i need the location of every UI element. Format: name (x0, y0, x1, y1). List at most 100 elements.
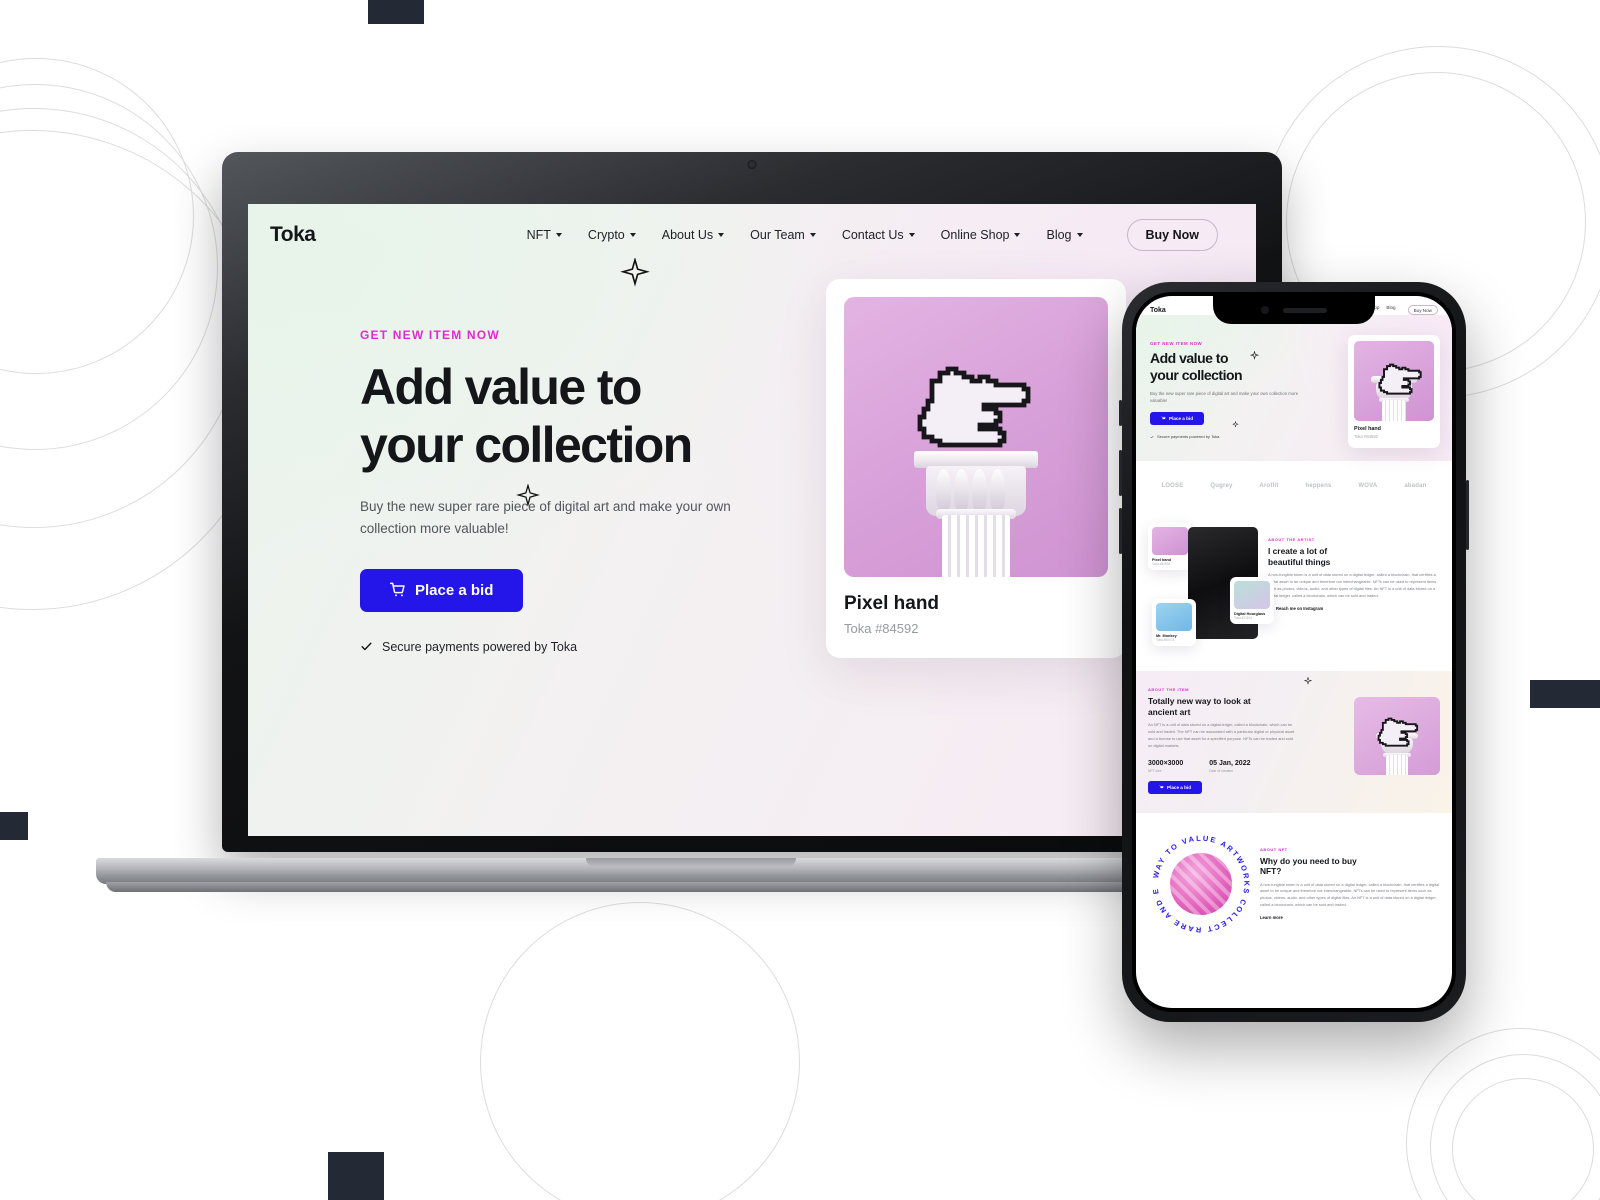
site-logo[interactable]: Toka (270, 223, 316, 247)
gallery-mini-card[interactable]: Pixel hand Toka #84592 (1148, 523, 1192, 571)
phone-item-title: Totally new way to look at ancient art (1148, 696, 1298, 717)
decorative-square (368, 0, 424, 24)
phone-volume-down-button[interactable] (1119, 508, 1122, 554)
phone-artist-link-label: Reach me on Instagram (1276, 605, 1324, 611)
nav-label: Blog (1046, 228, 1072, 242)
check-icon (361, 642, 372, 651)
phone-item-cta-label: Place a bid (1167, 784, 1192, 790)
decorative-square (0, 812, 28, 840)
phone-volume-up-button[interactable] (1119, 450, 1122, 496)
partner-logo: LOOSE (1161, 483, 1184, 490)
phone-item-place-a-bid-button[interactable]: Place a bid (1148, 780, 1203, 794)
phone-item-stats: 3000×3000 NFT size 05 Jan, 2022 Date of … (1148, 760, 1298, 773)
hero-copy: GET NEW ITEM NOW Add value to your colle… (360, 328, 800, 654)
gallery-item-meta: Toka #84592 (1152, 562, 1171, 567)
phone-item-label: ABOUT THE ITEM (1148, 687, 1189, 693)
place-a-bid-button[interactable]: Place a bid (360, 568, 524, 612)
phone-why-label: ABOUT NFT (1260, 846, 1288, 852)
phone-place-a-bid-label: Place a bid (1169, 416, 1194, 422)
partner-logo: Aroflit (1259, 483, 1279, 490)
phone-partner-logos: LOOSE Qugrey Aroflit heppens WOVA abadan (1136, 461, 1452, 512)
phone-item-section: ABOUT THE ITEM Totally new way to look a… (1136, 671, 1452, 813)
hero-eyebrow: GET NEW ITEM NOW (360, 328, 500, 342)
phone-hero-subtitle: Buy the new super rare piece of digital … (1150, 390, 1299, 403)
nav-item-blog[interactable]: Blog (1046, 228, 1083, 242)
phone-artist-instagram-link[interactable]: Reach me on Instagram (1268, 606, 1440, 611)
rotating-badge: WAY TO VALUE ARTWORKS COLLECT RARE AND E… (1144, 824, 1254, 937)
hero-title-line-2: your collection (360, 417, 693, 473)
decorative-square (328, 1152, 384, 1200)
phone-silent-switch[interactable] (1119, 400, 1122, 426)
gallery-mini-card[interactable]: Mr. Monkey Toka #50073 (1152, 599, 1196, 647)
phone-buy-now-button[interactable]: Buy Now (1407, 305, 1438, 315)
phone-why-title: Why do you need to buy NFT? (1260, 856, 1440, 877)
featured-nft-card[interactable]: Pixel hand Toka #84592 (826, 279, 1126, 658)
gallery-mini-card[interactable]: Digital Hourglass Toka #21104 (1230, 577, 1274, 625)
shopping-cart-icon (1159, 784, 1164, 788)
nav-item-online-shop[interactable]: Online Shop (941, 228, 1021, 242)
sparkle-icon (620, 258, 650, 287)
nav-item-crypto[interactable]: Crypto (588, 228, 636, 242)
phone-power-button[interactable] (1466, 480, 1469, 550)
partner-logo: Qugrey (1210, 483, 1233, 490)
laptop-screen: Toka NFT Crypto About Us Our Team Contac… (248, 204, 1256, 836)
sparkle-icon (516, 484, 540, 507)
phone-why-learn-more-link[interactable]: Learn more (1260, 915, 1440, 920)
nav-item-our-team[interactable]: Our Team (750, 228, 816, 242)
phone-why-title-line-1: Why do you need to buy (1260, 855, 1357, 866)
chevron-down-icon (629, 233, 636, 237)
phone-front-camera-icon (1261, 306, 1269, 314)
partner-logo: abadan (1404, 483, 1427, 490)
nav-label: Crypto (587, 228, 625, 242)
phone-site-logo[interactable]: Toka (1150, 307, 1166, 314)
nav-item-about-us[interactable]: About Us (662, 228, 725, 242)
place-a-bid-label: Place a bid (415, 581, 494, 599)
badge-inner-artwork (1170, 852, 1232, 915)
nav-item-nft[interactable]: NFT (527, 228, 562, 242)
hero-section: GET NEW ITEM NOW Add value to your colle… (248, 258, 1256, 658)
phone-artist-label: ABOUT THE ARTIST (1268, 537, 1315, 543)
laptop-device: Toka NFT Crypto About Us Our Team Contac… (96, 152, 1286, 912)
phone-item-stat: 3000×3000 NFT size (1148, 760, 1183, 773)
chevron-down-icon (1076, 233, 1083, 237)
stat-value: 3000×3000 (1148, 759, 1184, 767)
phone-item-title-line-2: ancient art (1148, 706, 1191, 717)
phone-why-section: WAY TO VALUE ARTWORKS COLLECT RARE AND E… (1136, 812, 1452, 963)
phone-nav-item-blog[interactable]: Blog (1386, 305, 1395, 315)
phone-artist-section: Pixel hand Toka #84592 Digital Hourglass… (1136, 511, 1452, 672)
phone-hero-title-line-1: Add value to (1150, 350, 1229, 366)
phone-secure-payments-note: Secure payments powered by Toka (1150, 434, 1300, 439)
phone-artist-title: I create a lot of beautiful things (1268, 546, 1440, 567)
gallery-item-meta: Toka #21104 (1234, 616, 1253, 621)
phone-hero-title-line-2: your collection (1150, 366, 1243, 383)
phone-artist-gallery: Pixel hand Toka #84592 Digital Hourglass… (1148, 523, 1274, 653)
buy-now-button[interactable]: Buy Now (1126, 219, 1218, 251)
pixel-hand-cursor-icon (917, 366, 1031, 448)
phone-hero-eyebrow: GET NEW ITEM NOW (1150, 341, 1203, 346)
phone-featured-nft-card[interactable]: Pixel hand Toka #84592 (1348, 335, 1440, 448)
hero-title: Add value to your collection (360, 358, 800, 474)
sparkle-icon (1232, 421, 1239, 428)
laptop-webcam-icon (747, 160, 757, 169)
phone-why-body: A non-fungible token is a unit of data s… (1260, 881, 1440, 907)
phone-screen: Toka Contact Us Online Shop Blog Buy Now… (1136, 296, 1452, 1008)
phone-notch (1213, 296, 1375, 324)
phone-item-body: An NFT is a unit of data stored on a dig… (1148, 722, 1295, 748)
partner-logo: heppens (1305, 483, 1332, 490)
phone-featured-nft-name: Pixel hand (1354, 426, 1381, 432)
phone-artist-title-line-1: I create a lot of (1268, 546, 1328, 557)
site-navbar: Toka NFT Crypto About Us Our Team Contac… (248, 204, 1256, 266)
stat-value: 05 Jan, 2022 (1209, 759, 1251, 767)
laptop-foot (106, 882, 1276, 892)
website-viewport: Toka NFT Crypto About Us Our Team Contac… (248, 204, 1256, 836)
pixel-hand-cursor-icon (1377, 717, 1419, 747)
chevron-down-icon (809, 233, 816, 237)
phone-why-copy: ABOUT NFT Why do you need to buy NFT? A … (1260, 831, 1440, 937)
concentric-ring (480, 902, 800, 1200)
phone-featured-nft-meta: Toka #84592 (1354, 434, 1378, 439)
secure-payments-label: Secure payments powered by Toka (382, 639, 578, 654)
phone-place-a-bid-button[interactable]: Place a bid (1150, 412, 1205, 426)
nav-item-contact-us[interactable]: Contact Us (842, 228, 915, 242)
chevron-down-icon (1014, 233, 1021, 237)
nav-label: Our Team (750, 228, 805, 242)
